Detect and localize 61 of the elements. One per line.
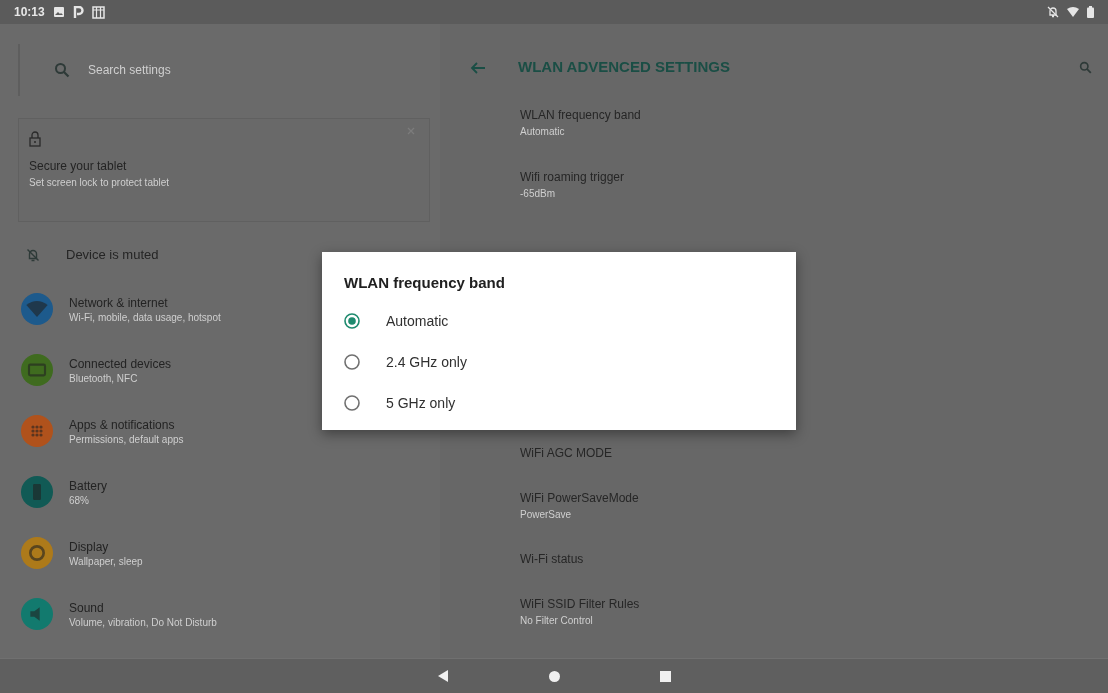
- image-icon: [52, 6, 65, 18]
- setting-row[interactable]: WiFi SSID Filter Rules No Filter Control: [520, 585, 1108, 638]
- setting-row[interactable]: WLAN frequency band Automatic: [520, 106, 1108, 152]
- settings-category[interactable]: Display Wallpaper, sleep: [18, 531, 143, 575]
- option-label: 5 GHz only: [386, 393, 456, 413]
- battery-icon: [1087, 6, 1094, 18]
- wifi-icon: [1067, 7, 1079, 17]
- settings-category[interactable]: Network & internet Wi-Fi, mobile, data usage, hotspot: [18, 287, 221, 331]
- dialog-title: WLAN frequency band: [344, 273, 506, 293]
- setting-row[interactable]: Wi-Fi status: [520, 532, 1108, 585]
- category-title: Connected devices: [69, 355, 172, 372]
- category-subtitle: Wi-Fi, mobile, data usage, hotspot: [69, 310, 221, 324]
- category-title: Battery: [69, 477, 107, 494]
- muted-bell-icon: [26, 248, 40, 262]
- category-subtitle: Volume, vibration, Do Not Disturb: [69, 615, 217, 629]
- card-subtitle: Set screen lock to protect tablet: [29, 176, 171, 190]
- category-subtitle: Permissions, default apps: [69, 432, 184, 446]
- setting-summary: PowerSave: [520, 508, 573, 522]
- clock: 10:13: [14, 4, 45, 21]
- setting-row[interactable]: WiFi PowerSaveMode PowerSave: [520, 479, 1108, 532]
- home-circle-icon[interactable]: [549, 670, 560, 682]
- category-title: Network & internet: [69, 294, 169, 311]
- setting-summary: -65dBm: [520, 187, 556, 201]
- lock-icon: [29, 131, 41, 147]
- category-title: Sound: [69, 599, 105, 616]
- muted-notice: Device is muted: [66, 246, 159, 265]
- setting-title: WiFi SSID Filter Rules: [520, 596, 641, 613]
- option-label: Automatic: [386, 311, 449, 331]
- page-title: WLAN ADVENCED SETTINGS: [518, 57, 730, 78]
- radio-option[interactable]: 2.4 GHz only: [344, 341, 774, 383]
- setting-row[interactable]: Wifi roaming trigger -65dBm: [520, 168, 1108, 214]
- radio-option[interactable]: 5 GHz only: [344, 382, 774, 424]
- option-label: 2.4 GHz only: [386, 352, 467, 372]
- setting-title: WiFi AGC MODE: [520, 444, 613, 462]
- settings-category[interactable]: Connected devices Bluetooth, NFC: [18, 348, 172, 392]
- setting-title: WiFi PowerSaveMode: [520, 490, 640, 507]
- setting-summary: Automatic: [520, 125, 566, 139]
- settings-category[interactable]: Sound Volume, vibration, Do Not Disturb: [18, 592, 217, 636]
- settings-category[interactable]: Battery 68%: [18, 470, 107, 514]
- search-placeholder: Search settings: [88, 62, 171, 79]
- category-subtitle: 68%: [69, 493, 90, 507]
- overview-square-icon[interactable]: [660, 670, 671, 682]
- parking-icon: [72, 5, 84, 19]
- category-title: Apps & notifications: [69, 416, 176, 433]
- category-title: Display: [69, 538, 110, 555]
- back-triangle-icon[interactable]: [437, 670, 449, 682]
- setting-summary: No Filter Control: [520, 614, 594, 628]
- card-title: Secure your tablet: [29, 158, 128, 175]
- setting-title: Wifi roaming trigger: [520, 169, 626, 186]
- grid-icon: [91, 5, 105, 19]
- category-subtitle: Wallpaper, sleep: [69, 554, 143, 568]
- muted-bell-icon: [1047, 6, 1059, 18]
- search-icon: [54, 62, 70, 78]
- setting-title: WLAN frequency band: [520, 107, 642, 124]
- suggestion-card[interactable]: Secure your tablet Set screen lock to protect tablet: [18, 118, 430, 222]
- setting-row[interactable]: WiFi AGC MODE: [520, 426, 1108, 479]
- radio-option[interactable]: Automatic: [344, 300, 774, 342]
- setting-title: Wi-Fi status: [520, 550, 585, 568]
- category-subtitle: Bluetooth, NFC: [69, 371, 139, 385]
- settings-category[interactable]: Apps & notifications Permissions, default apps: [18, 409, 184, 453]
- search-field[interactable]: Search settings: [18, 44, 430, 96]
